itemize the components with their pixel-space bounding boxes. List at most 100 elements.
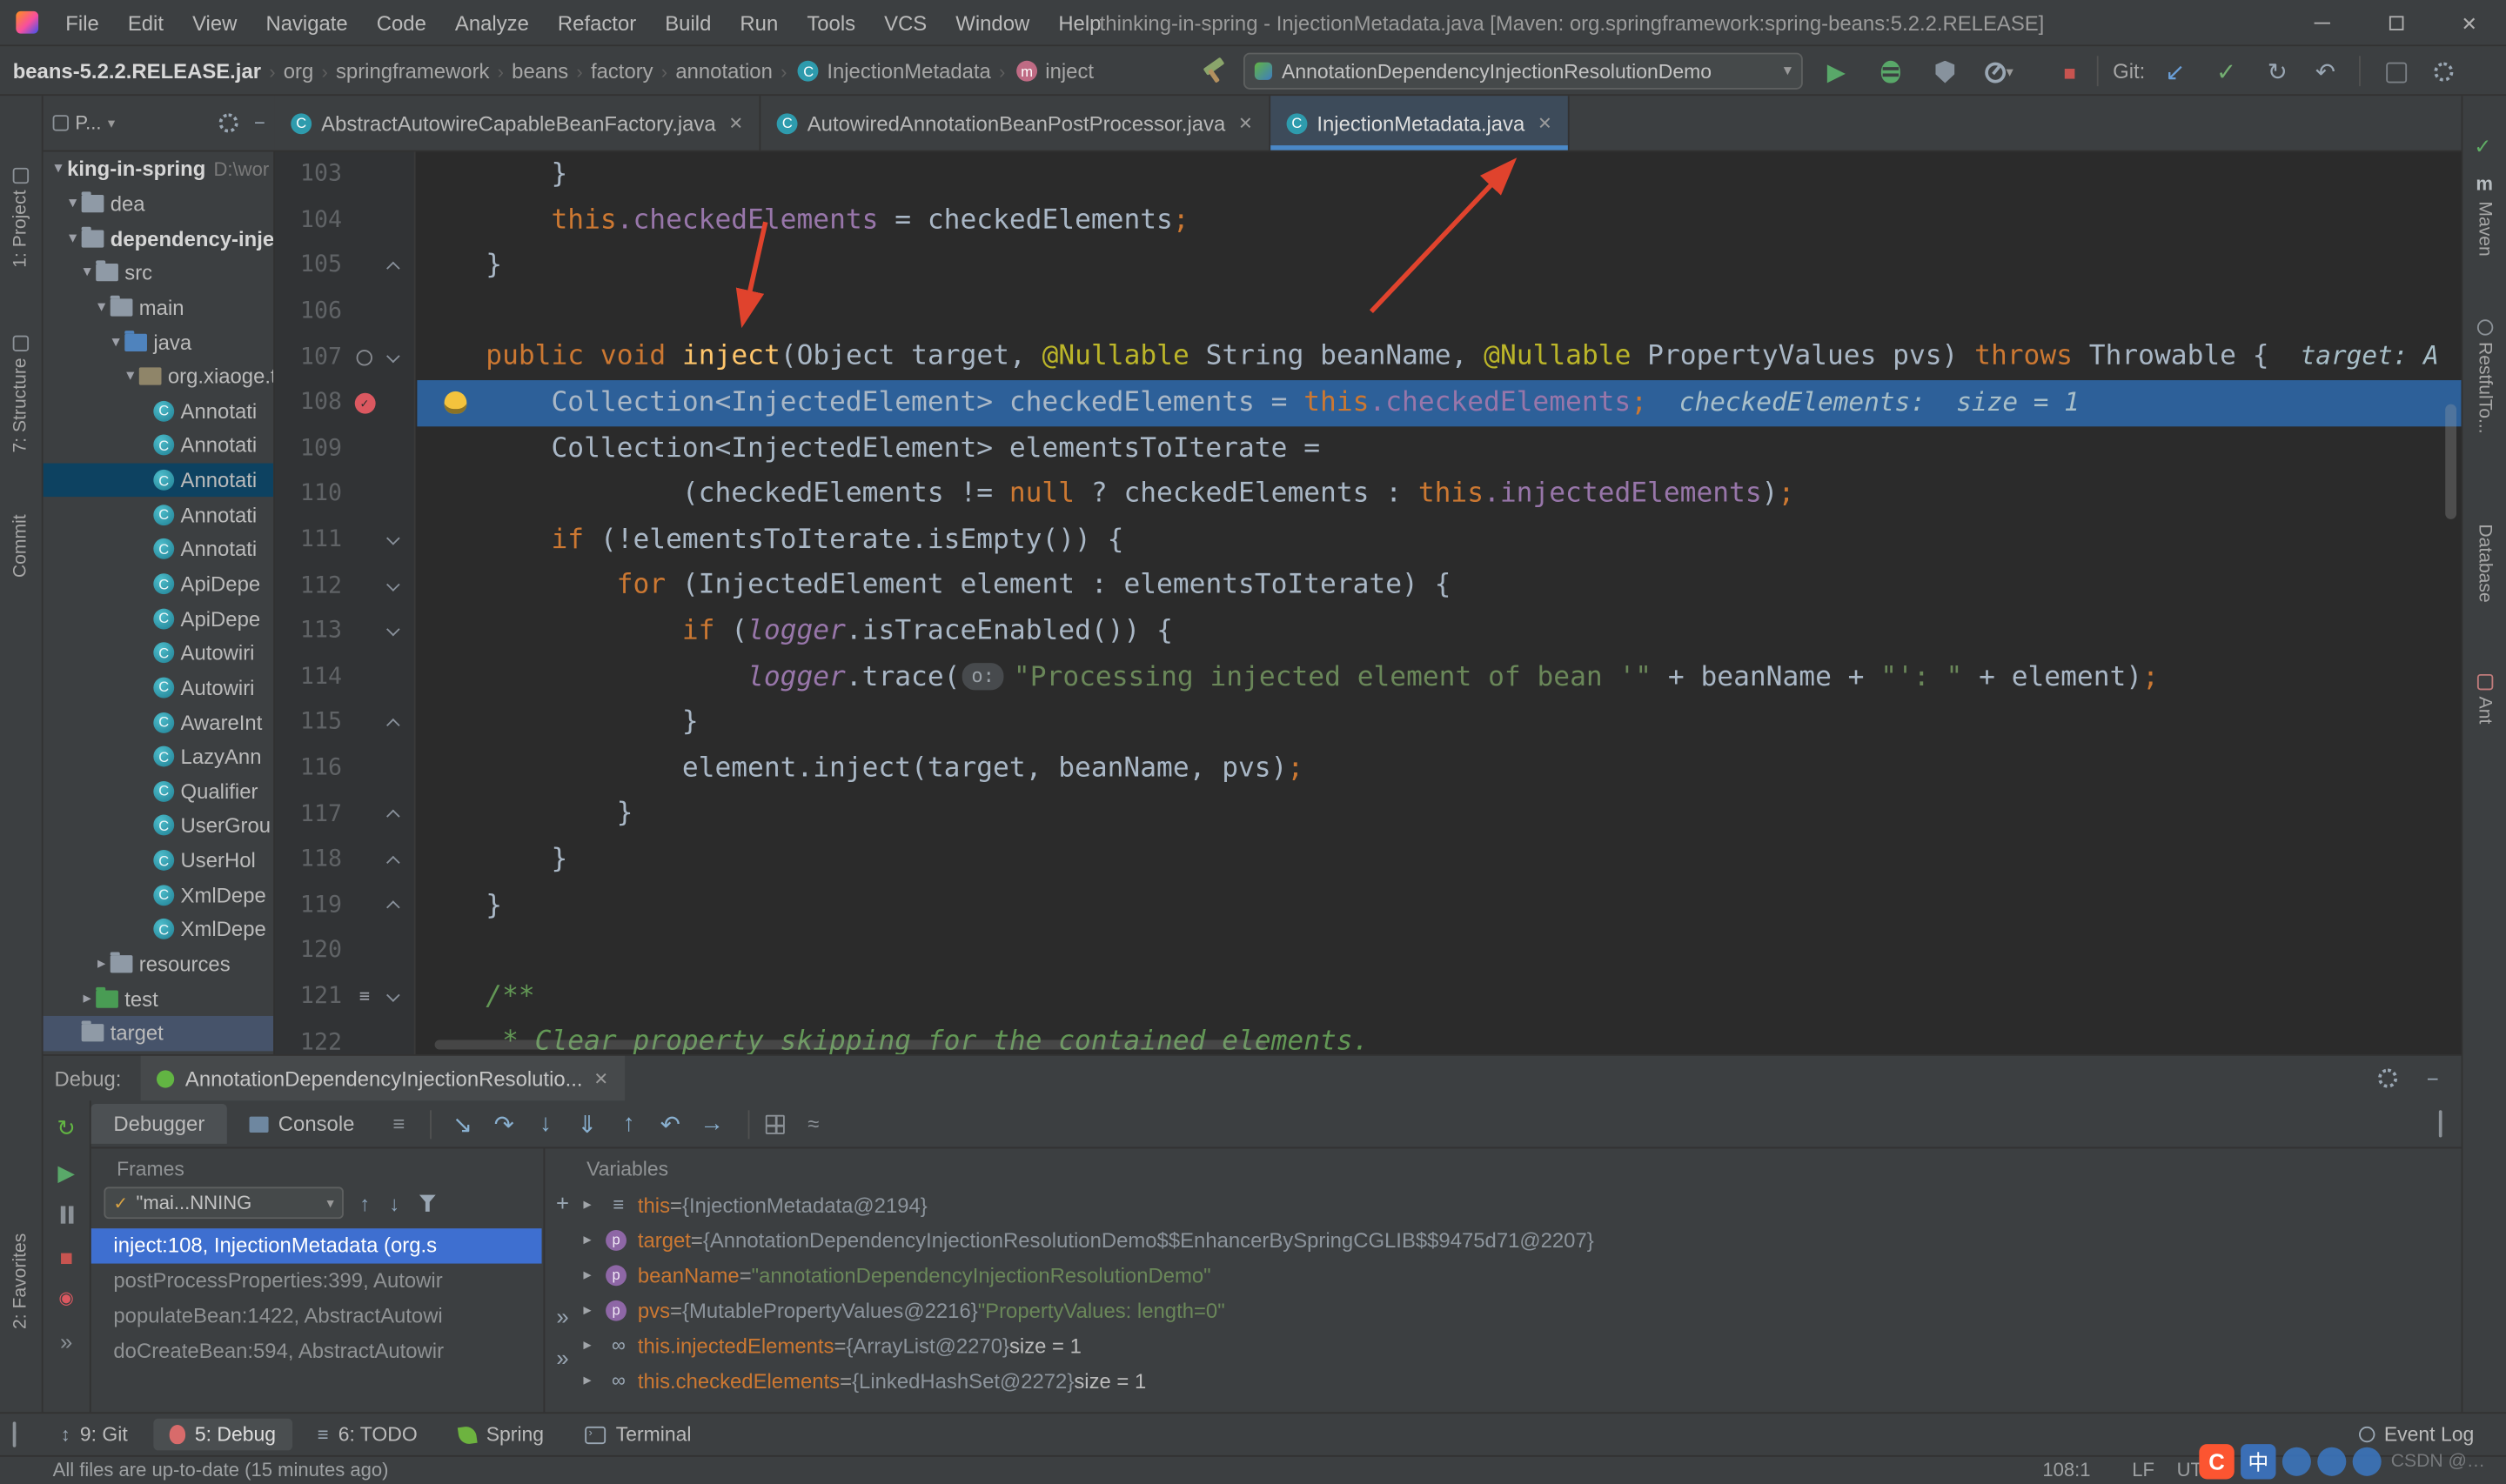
fold-icon[interactable] [386, 261, 400, 276]
code-editor[interactable]: 103 104 105 106 107 108 ✓ 109 110 111 112 113 114 115… [274, 151, 2462, 1055]
line-number[interactable]: 122 [275, 1030, 348, 1054]
editor-tab[interactable]: C AutowiredAnnotationBeanPostProcessor.ja… [761, 96, 1271, 150]
gutter-line[interactable]: 108 ✓ [275, 380, 414, 426]
gutter-line[interactable]: 109 [275, 426, 414, 472]
sidebar-item-structure[interactable]: 7: Structure [0, 335, 42, 453]
gear-icon[interactable] [218, 113, 238, 133]
tree-item-annotati[interactable]: C Annotati [44, 532, 273, 567]
line-number[interactable]: 104 [275, 208, 348, 233]
code-line-116[interactable]: element.inject(target, beanName, pvs); [417, 745, 2461, 792]
fold-icon[interactable] [386, 900, 400, 915]
tree-item-annotati[interactable]: C Annotati [44, 498, 273, 532]
fold-icon[interactable] [386, 809, 400, 824]
gutter-line[interactable]: 103 [275, 151, 414, 197]
code-line-114[interactable]: logger.trace(o: "Processing injected elem… [417, 654, 2461, 700]
menu-edit[interactable]: Edit [113, 0, 178, 45]
tree-item-apidepe[interactable]: C ApiDepe [44, 566, 273, 601]
close-icon[interactable]: ✕ [593, 1068, 608, 1088]
expand-arrow-icon[interactable]: ▸ [93, 955, 111, 973]
menu-file[interactable]: File [51, 0, 114, 45]
tree-item-main[interactable]: ▾ main [44, 290, 273, 324]
code-line-121[interactable]: /** [417, 974, 2461, 1020]
evaluate-expression-icon[interactable] [766, 1113, 786, 1133]
run-to-cursor-icon[interactable]: → [691, 1110, 733, 1137]
tree-item-autowiri[interactable]: C Autowiri [44, 671, 273, 705]
minimize-button[interactable] [2286, 0, 2359, 46]
expand-arrow-icon[interactable]: ▾ [78, 264, 96, 281]
variable-row[interactable]: ▸ p pvs = {MutablePropertyValues@2216} "Pr… [583, 1293, 2461, 1327]
breakpoint-icon[interactable]: ✓ [353, 392, 375, 414]
intention-bulb-icon[interactable] [444, 391, 467, 414]
tree-item-dependency-injection[interactable]: ▾ dependency-injection [44, 221, 273, 256]
sidebar-item-ant[interactable]: Ant [2462, 673, 2506, 724]
variable-row[interactable]: ▸ ∞ this.injectedElements = {ArrayList@227… [583, 1327, 2461, 1362]
code-line-110[interactable]: (checkedElements != null ? checkedElemen… [417, 471, 2461, 518]
view-options-icon[interactable]: ≈ [807, 1112, 819, 1136]
expand-arrow-icon[interactable]: ▸ [583, 1231, 606, 1248]
code-line-117[interactable]: } [417, 792, 2461, 838]
show-execution-point-icon[interactable]: ↘ [442, 1109, 484, 1138]
variable-row[interactable]: ▸ p beanName = "annotationDependencyInject… [583, 1257, 2461, 1292]
editor-tab[interactable]: C InjectionMetadata.java ✕ [1270, 96, 1571, 150]
tree-item-autowiri[interactable]: C Autowiri [44, 636, 273, 671]
tree-item-awareint[interactable]: C AwareInt [44, 705, 273, 739]
force-step-into-icon[interactable]: ⇓ [566, 1109, 608, 1138]
code-line-119[interactable]: } [417, 883, 2461, 929]
inspection-status-icon[interactable]: ✓ [2474, 134, 2491, 159]
code-line-104[interactable]: this.checkedElements = checkedElements; [417, 197, 2461, 244]
tree-item-xmldepe[interactable]: C XmlDepe [44, 912, 273, 947]
tree-item-usergrou[interactable]: C UserGrou [44, 809, 273, 844]
frame-row[interactable]: inject:108, InjectionMetadata (org.s [90, 1228, 542, 1264]
line-number[interactable]: 117 [275, 801, 348, 826]
doc-render-icon[interactable]: ≡ [359, 986, 370, 1007]
gutter-line[interactable]: 121 ≡ [275, 974, 414, 1020]
pause-button[interactable] [59, 1206, 73, 1224]
frame-row[interactable]: postProcessProperties:399, Autowir [91, 1264, 542, 1299]
tool-window-button-todo[interactable]: ≡ 6: TODO [301, 1419, 433, 1451]
expand-arrow-icon[interactable]: ▾ [64, 230, 81, 247]
hide-panel-icon[interactable]: − [2427, 1066, 2439, 1091]
sidebar-item-maven[interactable]: m Maven [2462, 172, 2506, 256]
line-number[interactable]: 116 [275, 756, 348, 781]
fold-icon[interactable] [386, 577, 400, 592]
horizontal-scrollbar[interactable] [434, 1039, 1266, 1050]
code-line-106[interactable] [417, 289, 2461, 335]
frame-row[interactable]: doCreateBean:594, AbstractAutowir [91, 1334, 542, 1368]
line-number[interactable]: 113 [275, 618, 348, 644]
line-number[interactable]: 112 [275, 573, 348, 598]
editor-tab[interactable]: C AbstractAutowireCapableBeanFactory.java… [275, 96, 761, 150]
gear-icon[interactable] [2378, 1068, 2398, 1088]
maximize-button[interactable] [2359, 0, 2432, 46]
previous-frame-icon[interactable]: ↑ [359, 1191, 370, 1215]
next-frame-icon[interactable]: ↓ [389, 1191, 399, 1215]
hide-panel-icon[interactable]: − [254, 112, 265, 135]
expand-arrow-icon[interactable]: ▸ [583, 1336, 606, 1354]
coverage-button[interactable] [1927, 54, 1962, 89]
more-chevron[interactable]: » [556, 1303, 568, 1328]
gutter-line[interactable]: 111 [275, 518, 414, 564]
tree-item-apidepe[interactable]: C ApiDepe [44, 601, 273, 636]
tree-item-qualifier[interactable]: C Qualifier [44, 774, 273, 809]
tree-item-resources[interactable]: ▸ resources [44, 946, 273, 981]
gutter-line[interactable]: 113 [275, 609, 414, 655]
fold-icon[interactable] [386, 988, 400, 1002]
tree-item-userhol[interactable]: C UserHol [44, 843, 273, 878]
gutter-line[interactable]: 117 [275, 792, 414, 838]
line-ending-indicator[interactable]: LF [2132, 1459, 2154, 1481]
thread-selector[interactable]: ✓ "mai...NNING ▾ [104, 1187, 344, 1220]
tree-item-annotati[interactable]: C Annotati [43, 463, 274, 498]
gutter-line[interactable]: 107 [275, 334, 414, 380]
line-number[interactable]: 119 [275, 892, 348, 918]
sidebar-item-commit[interactable]: Commit [0, 514, 42, 578]
gutter-line[interactable]: 105 [275, 243, 414, 289]
code-line-113[interactable]: if (logger.isTraceEnabled()) { [417, 609, 2461, 655]
gutter-line[interactable]: 112 [275, 563, 414, 609]
tree-item-xmldepe[interactable]: C XmlDepe [44, 878, 273, 912]
close-icon[interactable]: ✕ [1538, 112, 1552, 133]
menu-navigate[interactable]: Navigate [251, 0, 362, 45]
code-line-105[interactable]: } [417, 243, 2461, 289]
breadcrumb-item[interactable]: inject [1042, 59, 1097, 84]
close-icon[interactable]: ✕ [1238, 112, 1253, 133]
drop-frame-icon[interactable]: ↶ [649, 1109, 691, 1138]
code-line-112[interactable]: for (InjectedElement element : elementsT… [417, 563, 2461, 609]
